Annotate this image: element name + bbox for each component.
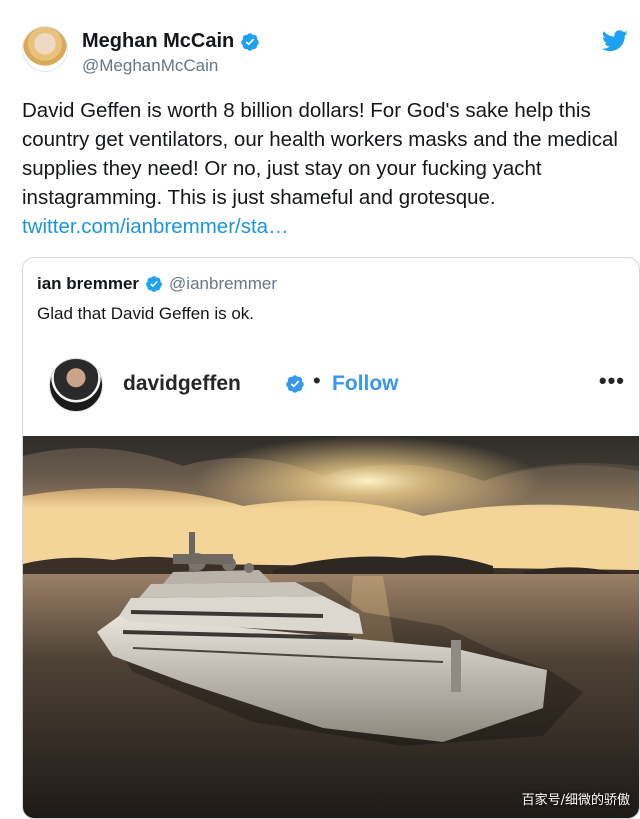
tweet-card: Meghan McCain @MeghanMcCain David Geffen…: [0, 0, 640, 819]
instagram-avatar[interactable]: [49, 358, 103, 412]
yacht-photo: [23, 436, 639, 818]
quoted-handle[interactable]: @ianbremmer: [169, 274, 277, 294]
watermark: 百家号/细微的骄傲: [521, 793, 630, 808]
more-options-icon[interactable]: •••: [599, 368, 625, 394]
verified-badge-icon: [286, 375, 304, 393]
quoted-header: ian bremmer @ianbremmer: [37, 274, 277, 294]
author-avatar[interactable]: [22, 26, 68, 72]
instagram-username[interactable]: davidgeffen: [123, 372, 241, 396]
follow-button[interactable]: Follow: [332, 372, 399, 396]
tweet-text: David Geffen is worth 8 billion dollars!…: [22, 99, 618, 209]
quoted-display-name[interactable]: ian bremmer: [37, 274, 139, 294]
author-handle[interactable]: @MeghanMcCain: [82, 56, 218, 76]
quoted-tweet[interactable]: ian bremmer @ianbremmer Glad that David …: [22, 257, 640, 819]
instagram-post-header: davidgeffen • Follow •••: [49, 358, 629, 414]
author-display-name[interactable]: Meghan McCain: [82, 30, 234, 53]
twitter-bird-icon[interactable]: [602, 30, 628, 52]
verified-badge-icon: [241, 32, 259, 51]
quoted-text: Glad that David Geffen is ok.: [37, 304, 255, 323]
separator-dot: •: [313, 368, 321, 393]
verified-badge-icon: [146, 276, 162, 292]
tweet-link[interactable]: twitter.com/ianbremmer/sta…: [22, 215, 289, 239]
author-name-row: Meghan McCain: [82, 30, 260, 53]
